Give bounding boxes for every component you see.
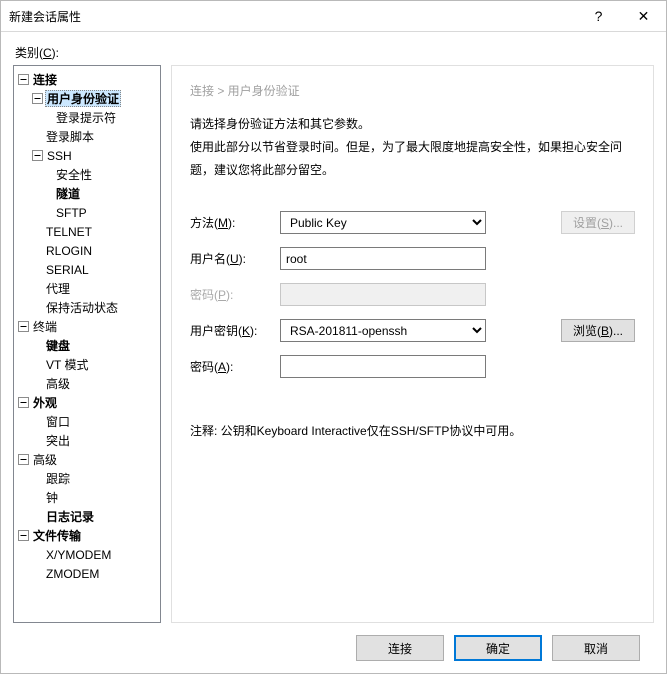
description: 请选择身份验证方法和其它参数。 使用此部分以节省登录时间。但是，为了最大限度地提… [190,113,635,181]
collapse-icon [18,454,29,465]
close-button[interactable]: ✕ [621,1,666,31]
tree-node-log[interactable]: 日志记录 [14,507,160,526]
tree-node-keepalive[interactable]: 保持活动状态 [14,298,160,317]
window-title: 新建会话属性 [9,8,576,25]
tree-node-terminal[interactable]: 终端 [14,317,160,336]
tree-node-security[interactable]: 安全性 [14,165,160,184]
tree-node-xymodem[interactable]: X/YMODEM [14,545,160,564]
keypass-input[interactable] [280,355,486,378]
content: 类别(C): 连接 用户身份验证 [1,32,666,673]
tree-node-zmodem[interactable]: ZMODEM [14,564,160,583]
tree-node-keyboard[interactable]: 键盘 [14,336,160,355]
collapse-icon [32,150,43,161]
setup-button: 设置(S)... [561,211,635,234]
tree-node-advanced[interactable]: 高级 [14,374,160,393]
browse-button[interactable]: 浏览(B)... [561,319,635,342]
tree-node-login-script[interactable]: 登录脚本 [14,127,160,146]
userkey-select[interactable]: RSA-201811-openssh [280,319,486,342]
username-input[interactable] [280,247,486,270]
collapse-icon [18,321,29,332]
userkey-label: 用户密钥(K): [190,322,280,339]
tree-node-highlight[interactable]: 突出 [14,431,160,450]
method-select[interactable]: Public Key [280,211,486,234]
tree-node-rlogin[interactable]: RLOGIN [14,241,160,260]
help-button[interactable]: ? [576,1,621,31]
tree-node-login-prompt[interactable]: 登录提示符 [14,108,160,127]
category-label: 类别(C): [15,44,654,61]
password-label: 密码(P): [190,286,280,303]
collapse-icon [18,530,29,541]
tree-node-appearance[interactable]: 外观 [14,393,160,412]
tree-node-trace[interactable]: 跟踪 [14,469,160,488]
ok-button[interactable]: 确定 [454,635,542,661]
collapse-icon [18,397,29,408]
breadcrumb: 连接 > 用户身份验证 [190,82,635,99]
body: 连接 用户身份验证 登录提示符 [13,65,654,623]
tree-node-clock[interactable]: 钟 [14,488,160,507]
tree-node-sftp[interactable]: SFTP [14,203,160,222]
keypass-label: 密码(A): [190,358,280,375]
cancel-button[interactable]: 取消 [552,635,640,661]
auth-form: 方法(M): Public Key 设置(S)... 用户名(U): 密码(P)… [190,211,635,378]
password-input [280,283,486,306]
tree-node-proxy[interactable]: 代理 [14,279,160,298]
tree-node-ssh[interactable]: SSH [14,146,160,165]
tree-node-serial[interactable]: SERIAL [14,260,160,279]
collapse-icon [18,74,29,85]
tree-node-filetransfer[interactable]: 文件传输 [14,526,160,545]
titlebar: 新建会话属性 ? ✕ [1,1,666,32]
tree-node-vtmode[interactable]: VT 模式 [14,355,160,374]
connect-button[interactable]: 连接 [356,635,444,661]
tree-node-connection[interactable]: 连接 [14,70,160,89]
dialog-window: 新建会话属性 ? ✕ 类别(C): 连接 [0,0,667,674]
tree-node-tunnel[interactable]: 隧道 [14,184,160,203]
category-tree[interactable]: 连接 用户身份验证 登录提示符 [13,65,161,623]
note: 注释: 公钥和Keyboard Interactive仅在SSH/SFTP协议中… [190,422,635,439]
tree-node-adv[interactable]: 高级 [14,450,160,469]
settings-pane: 连接 > 用户身份验证 请选择身份验证方法和其它参数。 使用此部分以节省登录时间… [171,65,654,623]
tree-node-telnet[interactable]: TELNET [14,222,160,241]
tree-node-auth[interactable]: 用户身份验证 [14,89,160,108]
collapse-icon [32,93,43,104]
method-label: 方法(M): [190,214,280,231]
username-label: 用户名(U): [190,250,280,267]
footer: 连接 确定 取消 [13,623,654,673]
tree-node-window[interactable]: 窗口 [14,412,160,431]
